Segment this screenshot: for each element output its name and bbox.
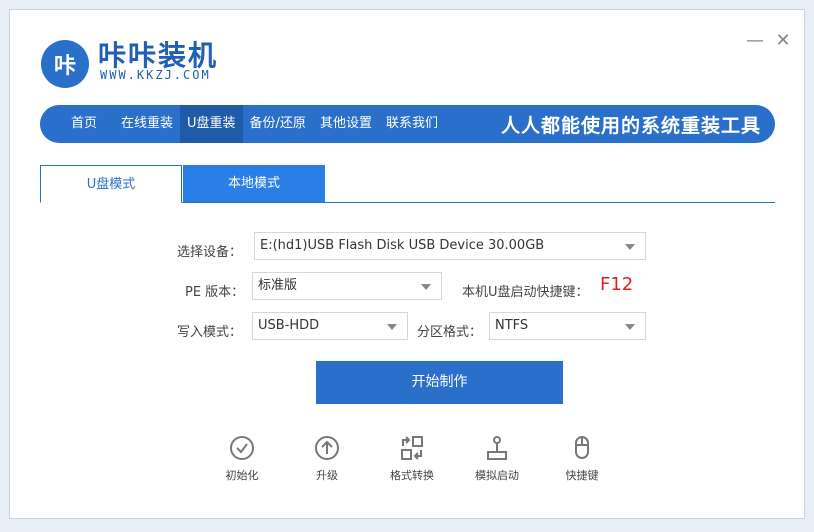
- tool-label: 初始化: [225, 469, 259, 482]
- nav-other-settings[interactable]: 其他设置: [313, 105, 379, 143]
- tool-simulate-boot[interactable]: 模拟启动: [462, 435, 532, 483]
- nav-usb-reinstall[interactable]: U盘重装: [180, 105, 243, 143]
- mode-tabs: U盘模式 本地模式: [40, 165, 775, 203]
- nav-home[interactable]: 首页: [64, 105, 104, 143]
- tool-label: 格式转换: [390, 469, 434, 482]
- write-mode-value: USB-HDD: [258, 318, 320, 333]
- tool-initialize[interactable]: 初始化: [207, 435, 277, 483]
- joystick-icon: [487, 436, 507, 460]
- hotkey-label: 本机U盘启动快捷键：: [462, 285, 589, 300]
- chevron-down-icon: [421, 284, 431, 290]
- tool-label: 模拟启动: [475, 469, 519, 482]
- slogan: 人人都能使用的系统重装工具: [500, 114, 761, 137]
- tab-usb-mode[interactable]: U盘模式: [40, 165, 182, 203]
- logo-icon: 咔: [41, 40, 89, 88]
- chevron-down-icon: [625, 324, 635, 330]
- device-value: E:(hd1)USB Flash Disk USB Device 30.00GB: [260, 238, 545, 253]
- app-window: 咔 咔咔装机 WWW.KKZJ.COM — ✕ 首页 在线重装 U盘重装 备份/…: [9, 9, 805, 519]
- partition-value: NTFS: [495, 318, 529, 333]
- nav-contact-us[interactable]: 联系我们: [379, 105, 445, 143]
- main-nav: 首页 在线重装 U盘重装 备份/还原 其他设置 联系我们 人人都能使用的系统重装…: [40, 105, 775, 143]
- write-mode-select[interactable]: USB-HDD: [252, 312, 408, 340]
- chevron-down-icon: [387, 324, 397, 330]
- pe-version-value: 标准版: [258, 278, 298, 293]
- close-button[interactable]: ✕: [772, 30, 794, 52]
- chevron-down-icon: [625, 244, 635, 250]
- minimize-button[interactable]: —: [744, 30, 766, 52]
- tool-hotkeys[interactable]: 快捷键: [547, 435, 617, 483]
- partition-select[interactable]: NTFS: [489, 312, 646, 340]
- hotkey-value: F12: [600, 274, 634, 295]
- check-circle-icon: [230, 436, 254, 460]
- arrow-up-circle-icon: [315, 436, 339, 460]
- tab-local-mode[interactable]: 本地模式: [183, 165, 325, 202]
- tool-format-convert[interactable]: 格式转换: [377, 435, 447, 483]
- device-select[interactable]: E:(hd1)USB Flash Disk USB Device 30.00GB: [254, 232, 646, 260]
- pe-version-select[interactable]: 标准版: [252, 272, 442, 300]
- device-label: 选择设备：: [177, 245, 243, 260]
- partition-label: 分区格式：: [417, 325, 483, 340]
- tool-upgrade[interactable]: 升级: [292, 435, 362, 483]
- mouse-icon: [575, 436, 589, 459]
- tool-label: 快捷键: [565, 469, 599, 482]
- convert-icon: [401, 436, 423, 460]
- tool-label: 升级: [316, 469, 338, 482]
- nav-backup-restore[interactable]: 备份/还原: [243, 105, 313, 143]
- start-button[interactable]: 开始制作: [316, 361, 563, 404]
- brand-url: WWW.KKZJ.COM: [100, 68, 211, 82]
- pe-version-label: PE 版本：: [185, 285, 245, 300]
- write-mode-label: 写入模式：: [177, 325, 243, 340]
- nav-online-reinstall[interactable]: 在线重装: [114, 105, 180, 143]
